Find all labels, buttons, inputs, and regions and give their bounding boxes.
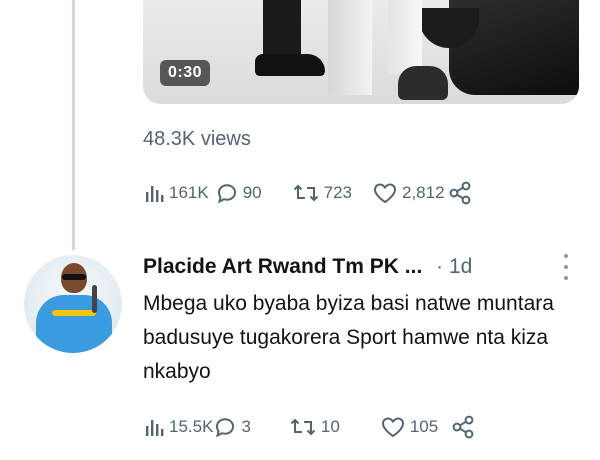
repost-count: 10 — [320, 417, 340, 436]
share-icon — [452, 415, 474, 439]
analytics-button[interactable]: 161K — [143, 182, 209, 204]
reply-action-bar: 15.5K 3 10 105 — [143, 414, 476, 440]
avatar-shirt-stripe — [52, 310, 96, 316]
reply-icon — [216, 418, 235, 438]
analytics-icon — [146, 186, 164, 202]
like-icon — [373, 183, 397, 204]
reply-button[interactable]: 90 — [215, 181, 262, 205]
reply-text: Mbega uko byaba byiza basi natwe muntara… — [143, 292, 554, 383]
more-icon-dot — [564, 276, 568, 280]
tweet-action-bar: 161K 90 723 2,812 — [143, 180, 473, 206]
avatar-microphone — [92, 285, 97, 313]
more-options-button[interactable] — [563, 254, 569, 280]
video-duration-badge: 0:30 — [160, 60, 211, 86]
like-button[interactable]: 105 — [380, 415, 438, 439]
reply-count: 90 — [242, 183, 262, 202]
header-separator: · — [436, 255, 443, 278]
reply-timestamp[interactable]: 1d — [449, 255, 472, 279]
like-count: 2,812 — [402, 183, 445, 202]
like-button[interactable]: 2,812 — [372, 181, 445, 205]
repost-icon — [290, 418, 316, 436]
video-frame-figure — [263, 0, 301, 62]
analytics-button[interactable]: 15.5K — [143, 416, 213, 438]
view-count: 48.3K views — [143, 128, 251, 150]
like-icon — [381, 417, 404, 438]
repost-count: 723 — [323, 183, 352, 202]
avatar-sunglasses — [62, 274, 86, 280]
reply-icon — [217, 184, 236, 204]
more-icon-dot — [564, 265, 568, 269]
share-button[interactable] — [450, 414, 476, 440]
share-icon — [449, 181, 470, 205]
video-frame-figure — [398, 66, 448, 100]
share-button[interactable] — [447, 180, 473, 206]
repost-button[interactable]: 723 — [292, 181, 352, 205]
repost-button[interactable]: 10 — [289, 415, 340, 439]
reply-count: 3 — [241, 417, 251, 436]
thread-connector-line — [72, 0, 75, 250]
more-icon — [564, 254, 568, 258]
avatar-shirt — [36, 295, 112, 353]
video-frame-figure — [388, 0, 422, 74]
repost-icon — [293, 184, 318, 202]
analytics-count: 161K — [169, 183, 209, 202]
analytics-count: 15.5K — [169, 417, 214, 436]
reply-button[interactable]: 3 — [213, 415, 251, 439]
video-frame-figure — [328, 0, 372, 95]
like-count: 105 — [409, 417, 439, 436]
video-thumbnail[interactable] — [143, 0, 579, 104]
reply-header: Placide Art Rwand Tm PK ... · 1d — [143, 252, 583, 282]
reply-author-avatar[interactable] — [24, 255, 122, 353]
reply-author-name[interactable]: Placide Art Rwand Tm PK ... — [143, 255, 422, 279]
analytics-icon — [146, 420, 164, 436]
video-frame-figure — [255, 54, 325, 76]
